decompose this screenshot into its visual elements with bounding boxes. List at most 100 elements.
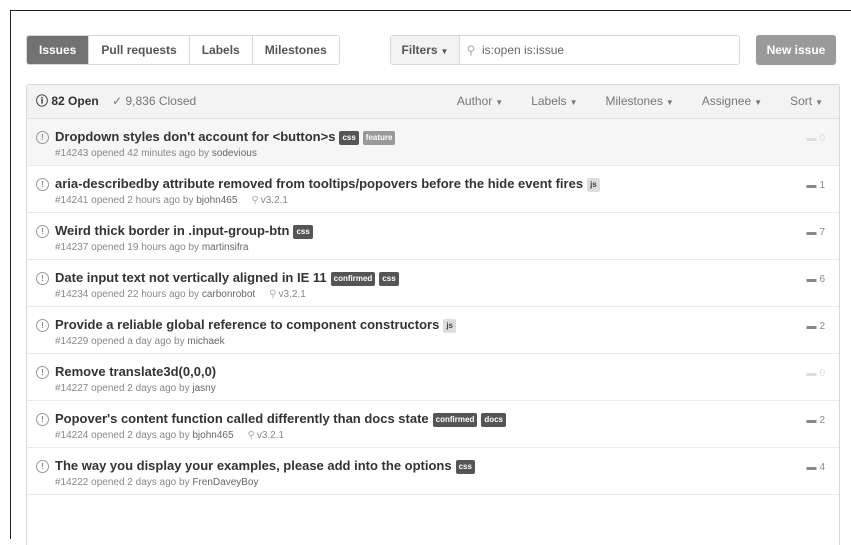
issue-title-row: Date input text not vertically aligned i…: [55, 270, 399, 286]
milestones-filter-label: Milestones: [605, 94, 663, 108]
issue-author-link[interactable]: bjohn465: [196, 195, 237, 206]
issue-row[interactable]: ! Date input text not vertically aligned …: [27, 260, 839, 307]
issue-author-link[interactable]: martinsifra: [202, 242, 249, 253]
author-filter[interactable]: Author ▼: [457, 85, 503, 119]
open-issue-icon: !: [36, 319, 49, 332]
issue-states: ⓘ 82 Open ✓ 9,836 Closed: [36, 85, 196, 118]
comment-count: 6: [819, 274, 825, 285]
issue-opened-text: opened 22 hours ago by: [91, 289, 200, 300]
milestones-filter[interactable]: Milestones ▼: [605, 85, 673, 119]
author-filter-label: Author: [456, 94, 493, 108]
filters-button[interactable]: Filters ▼: [391, 36, 460, 64]
labels-filter[interactable]: Labels ▼: [531, 85, 577, 119]
issue-label[interactable]: confirmed: [330, 272, 376, 286]
issue-number: #14224: [55, 430, 89, 441]
issue-row[interactable]: ! Provide a reliable global reference to …: [27, 307, 839, 354]
chevron-down-icon: ▼: [440, 47, 449, 56]
issue-label[interactable]: css: [339, 131, 359, 145]
issue-author-link[interactable]: michaek: [187, 336, 224, 347]
open-issue-icon: !: [36, 225, 49, 238]
issue-label[interactable]: feature: [362, 131, 396, 145]
issue-title-link[interactable]: Remove translate3d(0,0,0): [55, 364, 216, 379]
issue-title-link[interactable]: Date input text not vertically aligned i…: [55, 270, 327, 285]
comment-count: 2: [819, 321, 825, 332]
issue-row[interactable]: ! Remove translate3d(0,0,0) #14227 opened …: [27, 354, 839, 401]
search-input[interactable]: [482, 36, 739, 64]
issue-opened-text: opened a day ago by: [91, 336, 185, 347]
issue-comments-link[interactable]: ▬ 6: [806, 274, 825, 285]
issue-milestone[interactable]: ⚲ v3.2.1: [248, 430, 285, 441]
comment-count: 0: [819, 133, 825, 144]
issue-comments-link[interactable]: ▬ 4: [806, 462, 825, 473]
subnav: Issues Pull requests Labels Milestones: [26, 35, 340, 65]
closed-count: 9,836 Closed: [125, 94, 197, 108]
issue-comments-link[interactable]: ▬ 0: [806, 368, 825, 379]
issue-title-link[interactable]: Provide a reliable global reference to c…: [55, 317, 439, 332]
issue-title-row: Provide a reliable global reference to c…: [55, 317, 456, 333]
tab-milestones[interactable]: Milestones: [251, 36, 339, 64]
issue-row[interactable]: ! Weird thick border in .input-group-btn c…: [27, 213, 839, 260]
issue-comments-link[interactable]: ▬ 2: [806, 415, 825, 426]
filters-button-label: Filters: [401, 43, 438, 57]
chevron-down-icon: ▼: [754, 98, 763, 107]
closed-issues-link[interactable]: ✓ 9,836 Closed: [112, 94, 196, 108]
issue-comments-link[interactable]: ▬ 0: [806, 133, 825, 144]
issue-label[interactable]: css: [293, 225, 313, 239]
issue-author-link[interactable]: FrenDaveyBoy: [192, 477, 258, 488]
issue-title-link[interactable]: Popover's content function called differ…: [55, 411, 429, 426]
issue-milestone[interactable]: ⚲ v3.2.1: [269, 289, 306, 300]
assignee-filter-label: Assignee: [701, 94, 752, 108]
check-icon: ✓: [112, 94, 123, 108]
assignee-filter[interactable]: Assignee ▼: [702, 85, 762, 119]
issue-milestone[interactable]: ⚲ v3.2.1: [251, 195, 288, 206]
issue-number: #14222: [55, 477, 89, 488]
issue-author-link[interactable]: carbonrobot: [202, 289, 255, 300]
issue-label[interactable]: docs: [481, 413, 506, 427]
new-issue-button[interactable]: New issue: [756, 35, 836, 65]
issue-milestone-label: v3.2.1: [260, 195, 288, 206]
issue-label[interactable]: css: [455, 460, 475, 474]
open-issues-link[interactable]: ⓘ 82 Open: [36, 94, 99, 108]
issue-comments-link[interactable]: ▬ 1: [806, 180, 825, 191]
issue-title-link[interactable]: aria-describedby attribute removed from …: [55, 176, 583, 191]
chevron-down-icon: ▼: [665, 98, 674, 107]
tab-pull-requests[interactable]: Pull requests: [88, 36, 189, 64]
issue-opened-text: opened 42 minutes ago by: [91, 148, 210, 159]
open-issue-icon: ⓘ: [36, 94, 49, 108]
issue-meta: #14237 opened 19 hours ago by martinsifr…: [55, 242, 249, 253]
issue-row[interactable]: ! Popover's content function called diffe…: [27, 401, 839, 448]
issue-meta: #14222 opened 2 days ago by FrenDaveyBoy: [55, 477, 259, 488]
issue-search: Filters ▼ ⚲: [390, 35, 740, 65]
tab-issues[interactable]: Issues: [27, 36, 89, 64]
issue-title-row: Weird thick border in .input-group-btn cs…: [55, 223, 313, 239]
issue-milestone-label: v3.2.1: [278, 289, 306, 300]
open-issue-icon: !: [36, 460, 49, 473]
issue-milestone-label: v3.2.1: [256, 430, 285, 441]
issue-label[interactable]: js: [587, 178, 600, 192]
issue-label[interactable]: js: [443, 319, 456, 333]
open-count: 82 Open: [51, 94, 99, 108]
issue-label[interactable]: css: [379, 272, 399, 286]
issue-comments-link[interactable]: ▬ 2: [806, 321, 825, 332]
issue-row[interactable]: ! The way you display your examples, plea…: [27, 448, 839, 495]
issue-row[interactable]: ! aria-describedby attribute removed from…: [27, 166, 839, 213]
issue-row[interactable]: ! Dropdown styles don't account for <butt…: [27, 119, 839, 166]
issue-title-row: Remove translate3d(0,0,0): [55, 364, 216, 379]
issue-author-link[interactable]: bjohn465: [192, 430, 233, 441]
issue-title-link[interactable]: Dropdown styles don't account for <butto…: [55, 129, 335, 144]
issue-meta: #14243 opened 42 minutes ago by sodeviou…: [55, 148, 257, 159]
issue-title-link[interactable]: Weird thick border in .input-group-btn: [55, 223, 289, 238]
open-issue-icon: !: [36, 272, 49, 285]
issue-label[interactable]: confirmed: [432, 413, 478, 427]
issue-title-link[interactable]: The way you display your examples, pleas…: [55, 458, 452, 473]
sort-filter-label: Sort: [790, 94, 813, 108]
chevron-down-icon: ▼: [569, 98, 578, 107]
issue-comments-link[interactable]: ▬ 7: [806, 227, 825, 238]
issue-author-link[interactable]: sodevious: [212, 148, 257, 159]
sort-filter[interactable]: Sort ▼: [790, 85, 823, 119]
issues-list: ⓘ 82 Open ✓ 9,836 Closed Author ▼ Labels ▼…: [26, 84, 840, 545]
comment-count: 7: [819, 227, 825, 238]
tab-labels[interactable]: Labels: [188, 36, 252, 64]
issues-toolbar: Issues Pull requests Labels Milestones F…: [26, 35, 838, 65]
issue-author-link[interactable]: jasny: [192, 383, 215, 394]
